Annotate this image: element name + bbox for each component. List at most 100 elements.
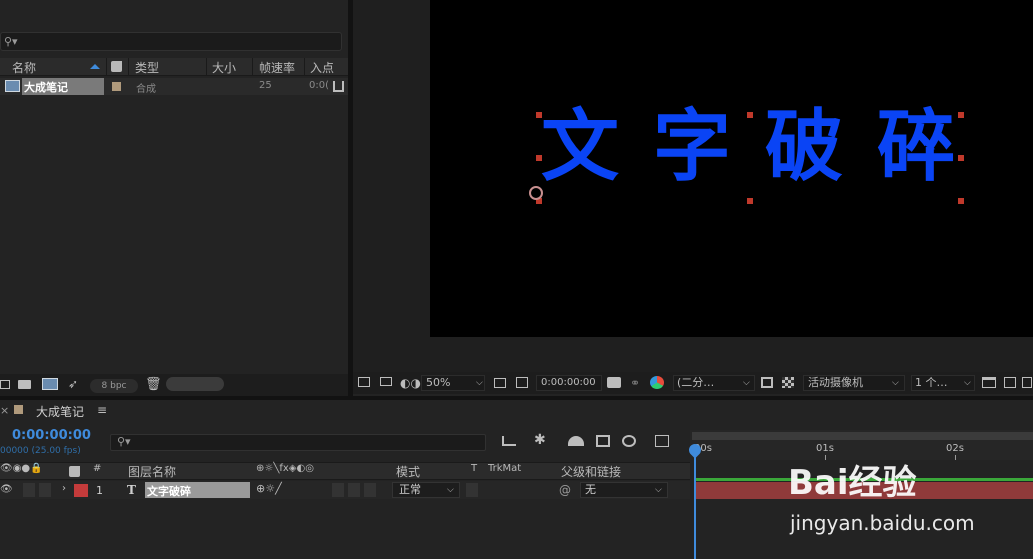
col-mode[interactable]: 模式 — [396, 463, 420, 480]
project-item-name[interactable]: 大成笔记 — [22, 78, 104, 95]
timeline-search-input[interactable]: ⚲▾ — [110, 434, 486, 451]
bbox-handle[interactable] — [958, 198, 964, 204]
layer-label-color[interactable] — [74, 484, 88, 497]
switch-toggle[interactable] — [364, 483, 376, 497]
switch-toggle[interactable] — [332, 483, 344, 497]
toggle-transparency-grid-icon[interactable] — [782, 377, 794, 388]
label-tag-icon[interactable] — [69, 466, 80, 477]
project-scrollbar[interactable] — [166, 377, 224, 391]
panel-menu-icon[interactable]: ≡ — [97, 403, 107, 417]
show-snapshot-icon[interactable]: ⚭ — [630, 376, 640, 390]
color-channels-icon[interactable] — [650, 376, 664, 389]
col-in-point[interactable]: 入点 — [310, 59, 334, 76]
col-name[interactable]: 名称 — [12, 59, 36, 76]
project-item-fps: 25 — [259, 80, 272, 91]
region-of-interest-icon[interactable] — [761, 377, 773, 388]
mask-visibility-icon[interactable]: ◐◑ — [400, 376, 421, 390]
blend-mode-dropdown[interactable]: 正常 ⌵ — [392, 482, 460, 498]
work-area-bar[interactable] — [692, 432, 1033, 440]
switches-icon: ⊕☼╲fx◈◐◎ — [256, 463, 314, 474]
bbox-handle[interactable] — [536, 112, 542, 118]
ruler-label-2: 02s — [946, 443, 964, 454]
col-fps[interactable]: 帧速率 — [259, 59, 295, 76]
chevron-down-icon: ⌵ — [655, 485, 662, 495]
text-char-1[interactable]: 文 — [541, 108, 619, 186]
new-folder-icon[interactable] — [18, 380, 31, 389]
av-features-icon: 👁◉●🔒 — [0, 463, 43, 474]
project-item-row[interactable]: 大成笔记 合成 25 0:0( — [0, 78, 348, 95]
motion-blur-icon[interactable] — [622, 435, 636, 447]
interpret-footage-icon[interactable] — [0, 380, 10, 389]
col-layer-number: # — [93, 463, 102, 474]
col-size[interactable]: 大小 — [212, 59, 236, 76]
hide-shy-layers-icon[interactable] — [568, 436, 584, 446]
solo-toggle[interactable] — [39, 483, 51, 497]
fit-frame-icon[interactable] — [494, 378, 506, 388]
pick-whip-icon[interactable]: @ — [559, 483, 571, 497]
label-tag-icon[interactable] — [111, 61, 122, 72]
camera-snapshot-icon[interactable] — [607, 377, 621, 388]
new-composition-icon[interactable] — [42, 378, 58, 390]
layer-name[interactable]: 文字破碎 — [145, 482, 250, 498]
timeline-tab-title[interactable]: 大成笔记 — [36, 403, 84, 420]
col-parent-link[interactable]: 父级和链接 — [561, 463, 621, 480]
col-track-matte[interactable]: TrkMat — [488, 463, 521, 474]
eye-icon[interactable]: 👁 — [0, 484, 13, 495]
parent-dropdown[interactable]: 无 ⌵ — [580, 482, 668, 498]
col-type[interactable]: 类型 — [135, 59, 159, 76]
label-color-swatch[interactable] — [14, 405, 23, 414]
render-icon[interactable]: ➶ — [68, 377, 78, 391]
frame-blending-icon[interactable] — [596, 435, 610, 447]
zoom-value: 50% — [426, 376, 451, 389]
always-preview-icon[interactable] — [358, 377, 370, 387]
bit-depth-button[interactable]: 8 bpc — [90, 379, 138, 393]
bbox-handle[interactable] — [958, 112, 964, 118]
project-panel: ⚲▾ 名称 类型 大小 帧速率 入点 大成笔记 合成 25 0:0( ➶ 8 b… — [0, 0, 348, 396]
toggle-pixel-aspect-icon[interactable] — [982, 377, 996, 388]
anchor-point-icon[interactable] — [529, 186, 543, 200]
chevron-down-icon: ⌵ — [447, 485, 454, 495]
switch-toggle[interactable] — [348, 483, 360, 497]
project-item-type: 合成 — [136, 84, 156, 95]
camera-value: 活动摄像机 — [808, 376, 863, 389]
trash-icon[interactable]: 🗑 — [145, 377, 162, 392]
timeline-timecode[interactable]: 0:00:00:00 — [12, 428, 91, 443]
close-icon[interactable]: × — [0, 404, 9, 417]
col-preserve-transparency: T — [471, 463, 478, 474]
project-search-input[interactable]: ⚲▾ — [0, 32, 342, 51]
transparency-grid-icon[interactable] — [516, 377, 528, 388]
baidu-watermark-url: jingyan.baidu.com — [790, 511, 975, 535]
flowchart-icon[interactable] — [333, 81, 344, 92]
expand-chevron-icon[interactable]: › — [62, 483, 66, 494]
timeline-panel-icon[interactable] — [1022, 377, 1032, 388]
monitor-icon[interactable] — [380, 377, 392, 386]
text-char-4[interactable]: 碎 — [877, 108, 955, 186]
draft-3d-icon[interactable]: ✱ — [534, 432, 546, 448]
fast-previews-icon[interactable] — [1004, 377, 1016, 388]
comp-flowchart-icon[interactable] — [502, 436, 516, 446]
bbox-handle[interactable] — [536, 155, 542, 161]
chevron-down-icon: ⌵ — [743, 378, 750, 388]
layer-switches-icon[interactable]: ⊕☼╱ — [256, 482, 282, 495]
search-icon: ⚲▾ — [4, 35, 18, 48]
blend-mode-value: 正常 — [399, 483, 421, 496]
bbox-handle[interactable] — [747, 112, 753, 118]
bbox-handle[interactable] — [747, 198, 753, 204]
trkmat-toggle[interactable] — [466, 483, 478, 497]
text-char-2[interactable]: 字 — [653, 108, 731, 186]
search-icon: ⚲▾ — [117, 435, 131, 448]
bbox-handle[interactable] — [958, 155, 964, 161]
views-value: 1 个… — [915, 376, 948, 389]
sort-ascending-icon — [90, 64, 100, 69]
text-char-3[interactable]: 破 — [765, 108, 843, 186]
playhead[interactable] — [694, 448, 696, 559]
text-layer-icon: T — [127, 483, 136, 497]
graph-editor-icon[interactable] — [655, 435, 669, 447]
col-layer-name[interactable]: 图层名称 — [128, 463, 176, 480]
baidu-watermark-logo: Bai经验 — [788, 463, 917, 503]
audio-toggle[interactable] — [23, 483, 35, 497]
chevron-down-icon: ⌵ — [964, 378, 971, 388]
viewer-timecode: 0:00:00:00 — [541, 377, 596, 388]
chevron-down-icon: ⌵ — [892, 378, 899, 388]
label-color-swatch[interactable] — [112, 82, 121, 91]
